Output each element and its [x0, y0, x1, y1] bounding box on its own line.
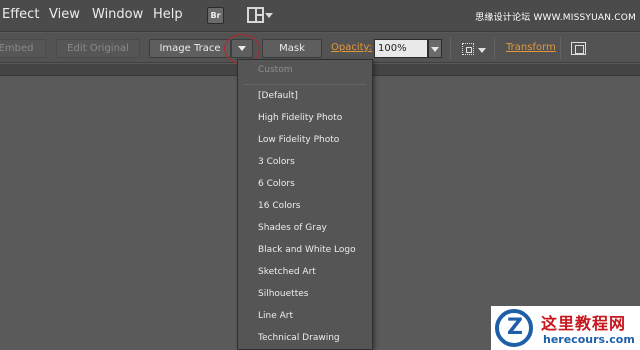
align-icon[interactable]	[462, 43, 474, 55]
menu-item-silhouettes[interactable]: Silhouettes	[258, 289, 308, 299]
site-logo: 这里教程网 herecours.com	[491, 306, 640, 350]
menu-item-default[interactable]: [Default]	[258, 91, 298, 101]
menu-item-technical-drawing[interactable]: Technical Drawing	[258, 333, 340, 343]
menu-item-sketched-art[interactable]: Sketched Art	[258, 267, 316, 277]
toolbar-divider	[494, 37, 495, 59]
menu-item-custom: Custom	[258, 65, 293, 75]
menu-item-3-colors[interactable]: 3 Colors	[258, 157, 295, 167]
menu-effect[interactable]: Effect	[2, 7, 39, 22]
menu-item-low-fidelity-photo[interactable]: Low Fidelity Photo	[258, 135, 339, 145]
logo-url: herecours.com	[543, 333, 635, 346]
menu-window[interactable]: Window	[92, 7, 143, 22]
opacity-dropdown-button[interactable]	[428, 39, 442, 58]
logo-z-icon	[495, 309, 533, 347]
trace-presets-menu: Custom [Default] High Fidelity Photo Low…	[237, 59, 373, 350]
toolbar-divider	[450, 37, 451, 59]
opacity-input[interactable]: 100%	[374, 39, 428, 58]
edit-original-button[interactable]: Edit Original	[56, 39, 140, 58]
menu-view[interactable]: View	[49, 7, 80, 22]
site-watermark: 思缘设计论坛 WWW.MISSYUAN.COM	[475, 13, 636, 23]
menu-bar: Effect View Window Help Br 思缘设计论坛 WWW.MI…	[0, 0, 640, 32]
embed-button[interactable]: Embed	[0, 39, 46, 58]
menu-item-black-and-white-logo[interactable]: Black and White Logo	[258, 245, 356, 255]
menu-item-high-fidelity-photo[interactable]: High Fidelity Photo	[258, 113, 342, 123]
chevron-down-icon[interactable]	[265, 13, 273, 18]
isolate-selection-icon[interactable]	[571, 42, 586, 55]
chevron-down-icon[interactable]	[478, 48, 486, 53]
menu-divider	[244, 84, 366, 85]
transform-link[interactable]: Transform	[506, 42, 556, 53]
opacity-label[interactable]: Opacity:	[331, 42, 372, 53]
arrange-documents-icon[interactable]	[247, 7, 264, 23]
menu-item-16-colors[interactable]: 16 Colors	[258, 201, 301, 211]
mask-button[interactable]: Mask	[262, 39, 322, 58]
menu-item-shades-of-gray[interactable]: Shades of Gray	[258, 223, 327, 233]
logo-title: 这里教程网	[541, 314, 627, 333]
image-trace-button[interactable]: Image Trace	[149, 39, 231, 58]
toolbar-divider	[560, 37, 561, 59]
menu-item-line-art[interactable]: Line Art	[258, 311, 293, 321]
bridge-icon[interactable]: Br	[207, 7, 224, 24]
menu-item-6-colors[interactable]: 6 Colors	[258, 179, 295, 189]
menu-help[interactable]: Help	[153, 7, 183, 22]
